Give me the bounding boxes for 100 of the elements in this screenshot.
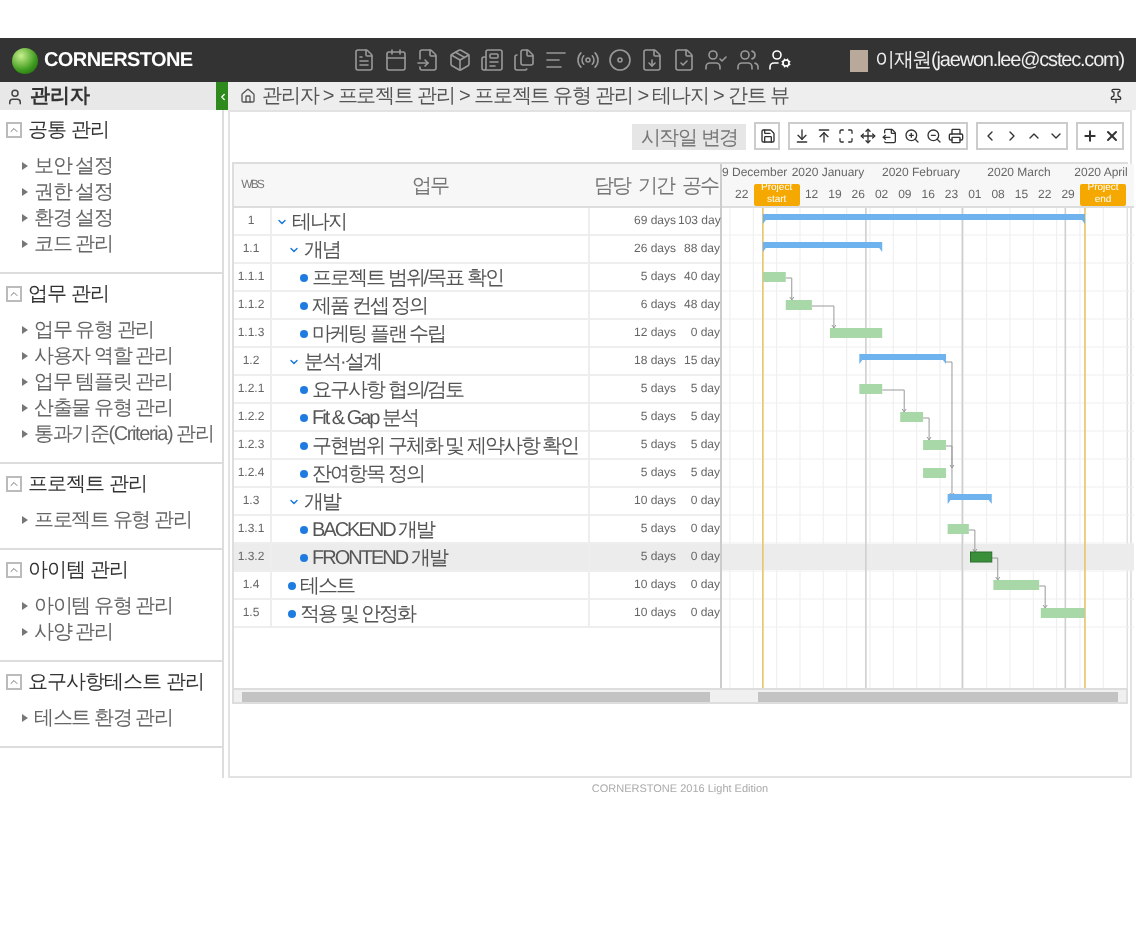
logo-sphere-icon [12, 47, 38, 73]
caret-icon[interactable] [288, 496, 300, 508]
task-name: 개념 [304, 238, 340, 264]
calendar-icon[interactable] [383, 48, 408, 72]
chevron-left-icon [217, 91, 227, 101]
sidebar-link[interactable]: 코드 관리 [0, 230, 222, 256]
bullet-icon [22, 429, 28, 437]
start-date-button[interactable]: 시작일 변경 [632, 123, 746, 149]
sidebar-link[interactable]: 업무 템플릿 관리 [0, 368, 222, 394]
bullet-icon [22, 403, 28, 411]
task-name: 잔여항목 정의 [312, 462, 424, 488]
sidebar-link[interactable]: 사양 관리 [0, 618, 222, 644]
section-toggle[interactable] [6, 674, 22, 690]
dot-icon [300, 274, 308, 282]
dot-icon [300, 386, 308, 394]
breadcrumb: 관리자 > 프로젝트 관리 > 프로젝트 유형 관리 > 테나지 > 간트 뷰 [262, 84, 791, 110]
task-name: Fit & Gap 분석 [312, 406, 419, 432]
caret-icon[interactable] [276, 216, 288, 228]
dot-icon [300, 526, 308, 534]
dependency-arrow [991, 557, 1001, 581]
file-download-icon[interactable] [639, 48, 664, 72]
print-icon[interactable] [944, 124, 966, 148]
users-icon[interactable] [735, 48, 760, 72]
zoom-out-icon[interactable] [922, 124, 944, 148]
file-input-icon[interactable] [415, 48, 440, 72]
horizontal-scrollbar[interactable] [717, 690, 1126, 702]
user-settings-icon[interactable] [767, 48, 792, 72]
sidebar-link[interactable]: 통과기준(Criteria) 관리 [0, 420, 222, 446]
fit-icon[interactable] [834, 124, 856, 148]
dot-icon [300, 414, 308, 422]
sidebar-link[interactable]: 권한 설정 [0, 178, 222, 204]
package-icon[interactable] [447, 48, 472, 72]
disc-icon[interactable] [607, 48, 632, 72]
dependency-arrow [1038, 585, 1048, 609]
section-toggle[interactable] [6, 562, 22, 578]
user-icon [6, 87, 24, 105]
caret-icon[interactable] [288, 244, 300, 256]
summary-bar[interactable] [947, 494, 992, 504]
list-icon[interactable] [543, 48, 568, 72]
task-name: 마케팅 플랜 수립 [312, 322, 446, 348]
files-icon[interactable] [511, 48, 536, 72]
summary-bar[interactable] [762, 242, 883, 252]
bullet-icon [22, 325, 28, 333]
column-header: 공수 [680, 173, 721, 199]
sidebar-link[interactable]: 테스트 환경 관리 [0, 704, 222, 730]
move-icon[interactable] [856, 124, 878, 148]
dependency-arrow [922, 417, 932, 441]
task-name: 분석·설계 [304, 350, 381, 376]
dot-icon [300, 302, 308, 310]
dependency-arrow [881, 389, 907, 413]
caret-icon[interactable] [288, 356, 300, 368]
pin-icon[interactable] [1108, 88, 1124, 104]
summary-bar[interactable] [859, 354, 946, 364]
radio-tower-icon[interactable] [575, 48, 600, 72]
horizontal-scrollbar[interactable] [234, 690, 718, 702]
newspaper-icon[interactable] [479, 48, 504, 72]
bullet-icon [22, 627, 28, 635]
dot-icon [300, 442, 308, 450]
sidebar-link[interactable]: 환경 설정 [0, 204, 222, 230]
bullet-icon [22, 187, 28, 195]
task-bar[interactable] [970, 551, 993, 563]
section-toggle[interactable] [6, 122, 22, 138]
sidebar-link[interactable]: 업무 유형 관리 [0, 316, 222, 342]
sidebar-link[interactable]: 산출물 유형 관리 [0, 394, 222, 420]
task-name: BACKEND 개발 [312, 518, 435, 544]
dot-icon [288, 582, 296, 590]
file-check-icon[interactable] [671, 48, 696, 72]
dot-icon [300, 330, 308, 338]
dependency-arrow [811, 305, 837, 329]
section-title: 프로젝트 관리 [28, 472, 147, 498]
sidebar-link[interactable]: 아이템 유형 관리 [0, 592, 222, 618]
dependency-arrow [785, 277, 795, 301]
dot-icon [300, 470, 308, 478]
task-name: 적용 및 안정화 [300, 602, 416, 628]
dependency-arrow [968, 529, 978, 553]
export-icon[interactable] [878, 124, 900, 148]
bullet-icon [22, 161, 28, 169]
task-name: FRONTEND 개발 [312, 546, 447, 572]
user-name[interactable]: 이재원(jaewon.lee@cstec.com) [874, 46, 1124, 74]
collapse-sidebar-button[interactable] [216, 82, 228, 110]
zoom-in-icon[interactable] [900, 124, 922, 148]
bullet-icon [22, 377, 28, 385]
task-name: 제품 컨셉 정의 [312, 294, 428, 320]
home-icon[interactable] [240, 88, 256, 104]
user-check-icon[interactable] [703, 48, 728, 72]
sidebar-link[interactable]: 보안 설정 [0, 152, 222, 178]
section-toggle[interactable] [6, 476, 22, 492]
sidebar-link[interactable]: 사용자 역할 관리 [0, 342, 222, 368]
dot-icon [300, 554, 308, 562]
summary-bar[interactable] [762, 214, 1085, 224]
document-icon[interactable] [351, 48, 376, 72]
task-name: 요구사항 협의/검토 [312, 378, 464, 404]
logo-text: CORNERSTONE [44, 49, 193, 71]
sidebar-link[interactable]: 프로젝트 유형 관리 [0, 506, 222, 532]
bullet-icon [22, 239, 28, 247]
section-toggle[interactable] [6, 286, 22, 302]
save-icon[interactable] [756, 124, 778, 148]
column-header: 담당 [592, 173, 633, 199]
task-name: 테나지 [292, 210, 346, 236]
dot-icon [288, 610, 296, 618]
